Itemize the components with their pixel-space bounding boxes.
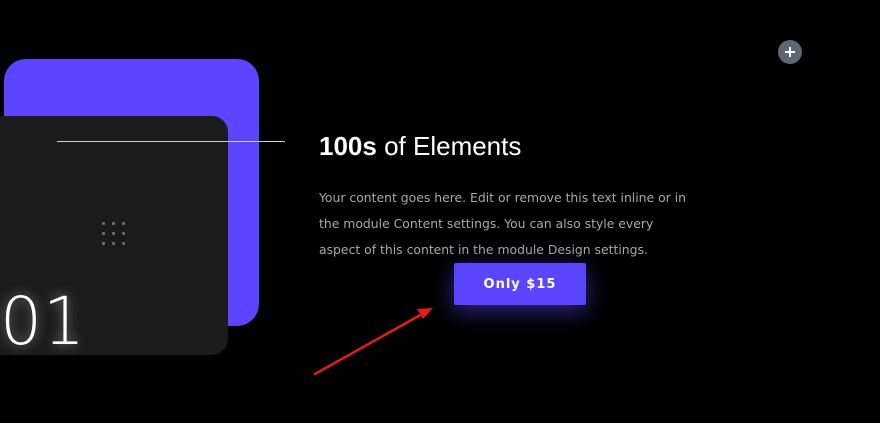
card-number: 01: [0, 283, 86, 360]
cta-button[interactable]: Only $15: [454, 263, 586, 305]
grid-dots-icon: [102, 222, 126, 246]
divider-line: [57, 141, 285, 142]
section-heading: 100s of Elements: [319, 128, 521, 164]
add-module-button[interactable]: [778, 40, 802, 64]
body-text: Your content goes here. Edit or remove t…: [319, 190, 687, 257]
heading-bold: 100s: [319, 131, 377, 161]
plus-icon: [785, 47, 795, 57]
heading-rest: of Elements: [384, 131, 522, 161]
